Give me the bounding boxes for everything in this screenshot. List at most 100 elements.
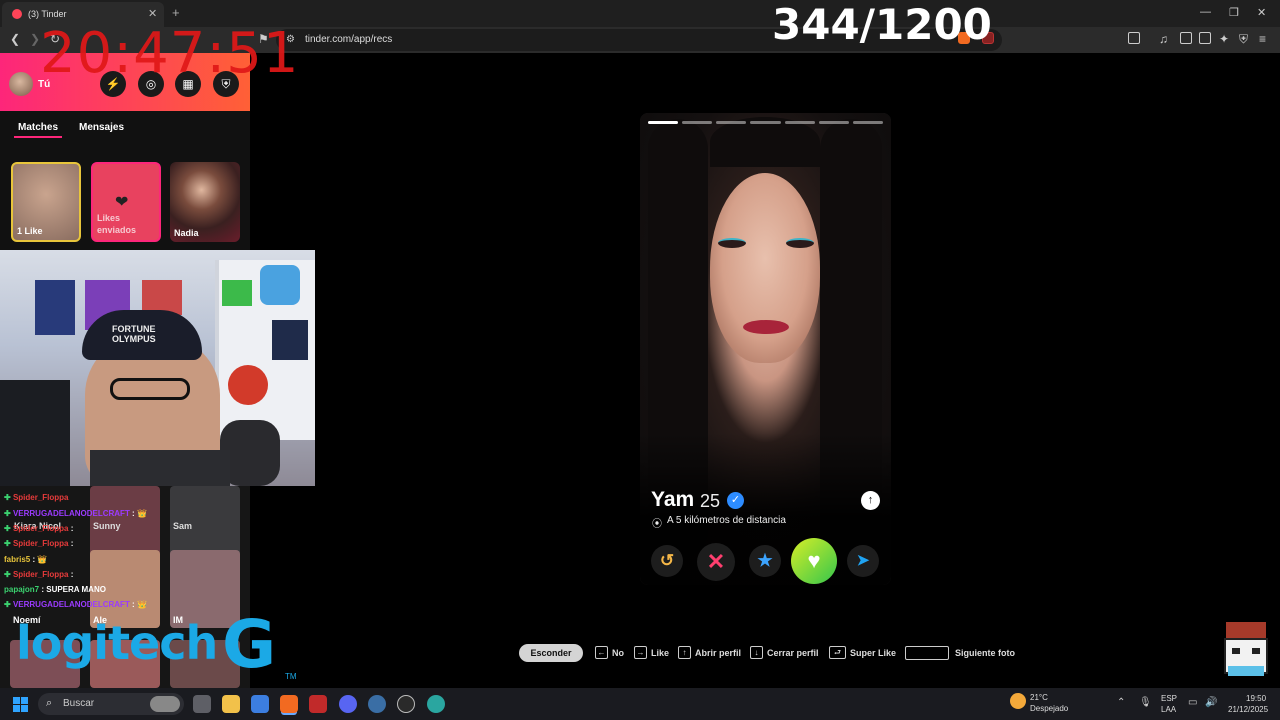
hint-label: No — [612, 648, 624, 658]
wallet-icon[interactable] — [1199, 32, 1211, 44]
clock-time[interactable]: 19:50 — [1246, 694, 1266, 703]
keyboard-layout[interactable]: LAA — [1161, 705, 1176, 714]
minimize-button[interactable]: — — [1200, 6, 1211, 18]
back-icon[interactable]: ❮ — [10, 32, 20, 46]
windows-start-icon[interactable] — [13, 697, 28, 712]
microphone-icon[interactable]: 🎙 — [1139, 697, 1152, 708]
like-button[interactable]: ♥ — [791, 538, 837, 584]
chat-message: fabris5 : 👑 — [4, 555, 48, 564]
likes-sent-card[interactable]: ❤ Likes enviados — [91, 162, 161, 242]
space-key-icon — [905, 646, 949, 660]
thumb-label: Sam — [173, 521, 193, 531]
arrow-left-key-icon: ← — [595, 646, 608, 659]
chat-message: ✚ Spider_Floppa : — [4, 570, 74, 579]
swipe-counter: 344/1200 — [772, 0, 992, 49]
hint-label: Super Like — [850, 648, 897, 658]
open-profile-icon[interactable]: ↑ — [861, 491, 880, 510]
arrow-right-key-icon: → — [634, 646, 647, 659]
weather-condition[interactable]: Despejado — [1030, 704, 1068, 713]
profile-age: 25 — [700, 491, 721, 511]
enter-key-icon: ⮐ — [829, 646, 846, 659]
active-tab-indicator — [14, 136, 62, 138]
likes-sent-label: Likes enviados — [97, 213, 137, 235]
clock-date[interactable]: 21/12/2025 — [1228, 705, 1268, 714]
forward-icon[interactable]: ❯ — [30, 32, 40, 46]
search-icon: ⌕ — [46, 697, 53, 709]
logitech-logo: logitech — [16, 616, 218, 670]
photo-indicator-bar[interactable] — [682, 121, 713, 124]
chat-message: ✚ Spider_Floppa : — [4, 539, 74, 548]
vpn-icon[interactable]: ⛨ — [1239, 32, 1248, 47]
star-icon: ★ — [757, 551, 773, 570]
obs-icon[interactable] — [309, 695, 327, 713]
chat-message: ✚ Spider_Floppa — [4, 493, 69, 502]
avatar[interactable] — [9, 72, 33, 96]
heart-stack-icon: ❤ — [115, 194, 129, 211]
photo-indicator-bar[interactable] — [852, 121, 883, 124]
webcam-feed: FORTUNE OLYMPUS — [0, 250, 315, 486]
photo-indicator-bar[interactable] — [648, 121, 679, 124]
nope-button[interactable]: ✕ — [697, 543, 735, 581]
chat-message: papajon7 : SUPERA MANO — [4, 585, 106, 594]
weather-icon[interactable] — [1010, 693, 1026, 709]
super-like-button[interactable]: ★ — [749, 545, 781, 577]
settings-icon[interactable] — [368, 695, 386, 713]
tinder-favicon-icon — [12, 9, 22, 19]
store-icon[interactable] — [251, 695, 269, 713]
send-button[interactable]: ➤ — [847, 545, 879, 577]
hint-label: Like — [651, 648, 670, 658]
volume-icon[interactable]: 🔊 — [1205, 697, 1217, 708]
hint-label: Cerrar perfil — [767, 648, 819, 658]
match-card-nadia[interactable]: Nadia — [170, 162, 240, 242]
menu-icon[interactable]: ≡ — [1259, 32, 1266, 46]
mascot-sprite — [1222, 622, 1270, 680]
app-icon[interactable] — [397, 695, 415, 713]
glasses — [110, 378, 190, 400]
music-icon[interactable]: ♫ — [1159, 32, 1168, 46]
taskbar — [0, 688, 1280, 720]
screenshot-icon[interactable] — [1128, 32, 1140, 44]
poster — [35, 280, 75, 335]
likes-card[interactable]: 1 Like — [11, 162, 81, 242]
thumb-label: Sunny — [93, 521, 121, 531]
arrow-up-key-icon: ↑ — [678, 646, 691, 659]
toy-figure — [222, 280, 252, 306]
file-explorer-icon[interactable] — [222, 695, 240, 713]
close-icon: ✕ — [706, 549, 726, 574]
location-pin-icon: ⦿ — [652, 519, 662, 530]
brave-browser-icon[interactable] — [280, 695, 298, 713]
search-placeholder[interactable]: Buscar — [63, 698, 94, 709]
task-view-icon[interactable] — [193, 695, 211, 713]
url-text[interactable]: tinder.com/app/recs — [305, 34, 392, 45]
photo-indicator-bar[interactable] — [716, 121, 747, 124]
chat-message: ✚ VERRUGADELANODELCRAFT : 👑 — [4, 509, 147, 518]
tab-messages[interactable]: Mensajes — [79, 122, 124, 133]
discord-icon[interactable] — [339, 695, 357, 713]
widget-icon[interactable] — [150, 696, 180, 712]
photo-indicator-bar[interactable] — [750, 121, 781, 124]
trademark: TM — [285, 672, 297, 681]
new-tab-button[interactable]: + — [172, 5, 180, 20]
profile-name: Yam — [651, 488, 695, 511]
likes-count: 1 Like — [17, 226, 43, 236]
chat-message: ✚ Spider_Floppa : — [4, 524, 74, 533]
language-code[interactable]: ESP — [1161, 694, 1177, 703]
right-eye — [786, 238, 814, 248]
close-window-button[interactable]: ✕ — [1257, 6, 1266, 19]
left-eye — [718, 238, 746, 248]
network-icon[interactable]: ▭ — [1188, 697, 1197, 708]
sidebar-icon[interactable] — [1180, 32, 1192, 44]
hide-button[interactable]: Esconder — [519, 644, 583, 662]
chevron-up-icon[interactable]: ⌃ — [1117, 697, 1125, 708]
rewind-button[interactable]: ↺ — [651, 545, 683, 577]
photo-indicator-bar[interactable] — [818, 121, 849, 124]
photo-indicator-bar[interactable] — [784, 121, 815, 124]
leo-ai-icon[interactable]: ✦ — [1219, 32, 1229, 46]
hint-label: Siguiente foto — [955, 648, 1015, 658]
tab-close-icon[interactable]: ✕ — [148, 7, 157, 20]
maximize-button[interactable]: ❐ — [1229, 6, 1239, 19]
tab-matches[interactable]: Matches — [18, 122, 58, 133]
globe-icon[interactable] — [427, 695, 445, 713]
temperature[interactable]: 21°C — [1030, 693, 1048, 702]
logitech-g-logo: G — [222, 606, 277, 683]
